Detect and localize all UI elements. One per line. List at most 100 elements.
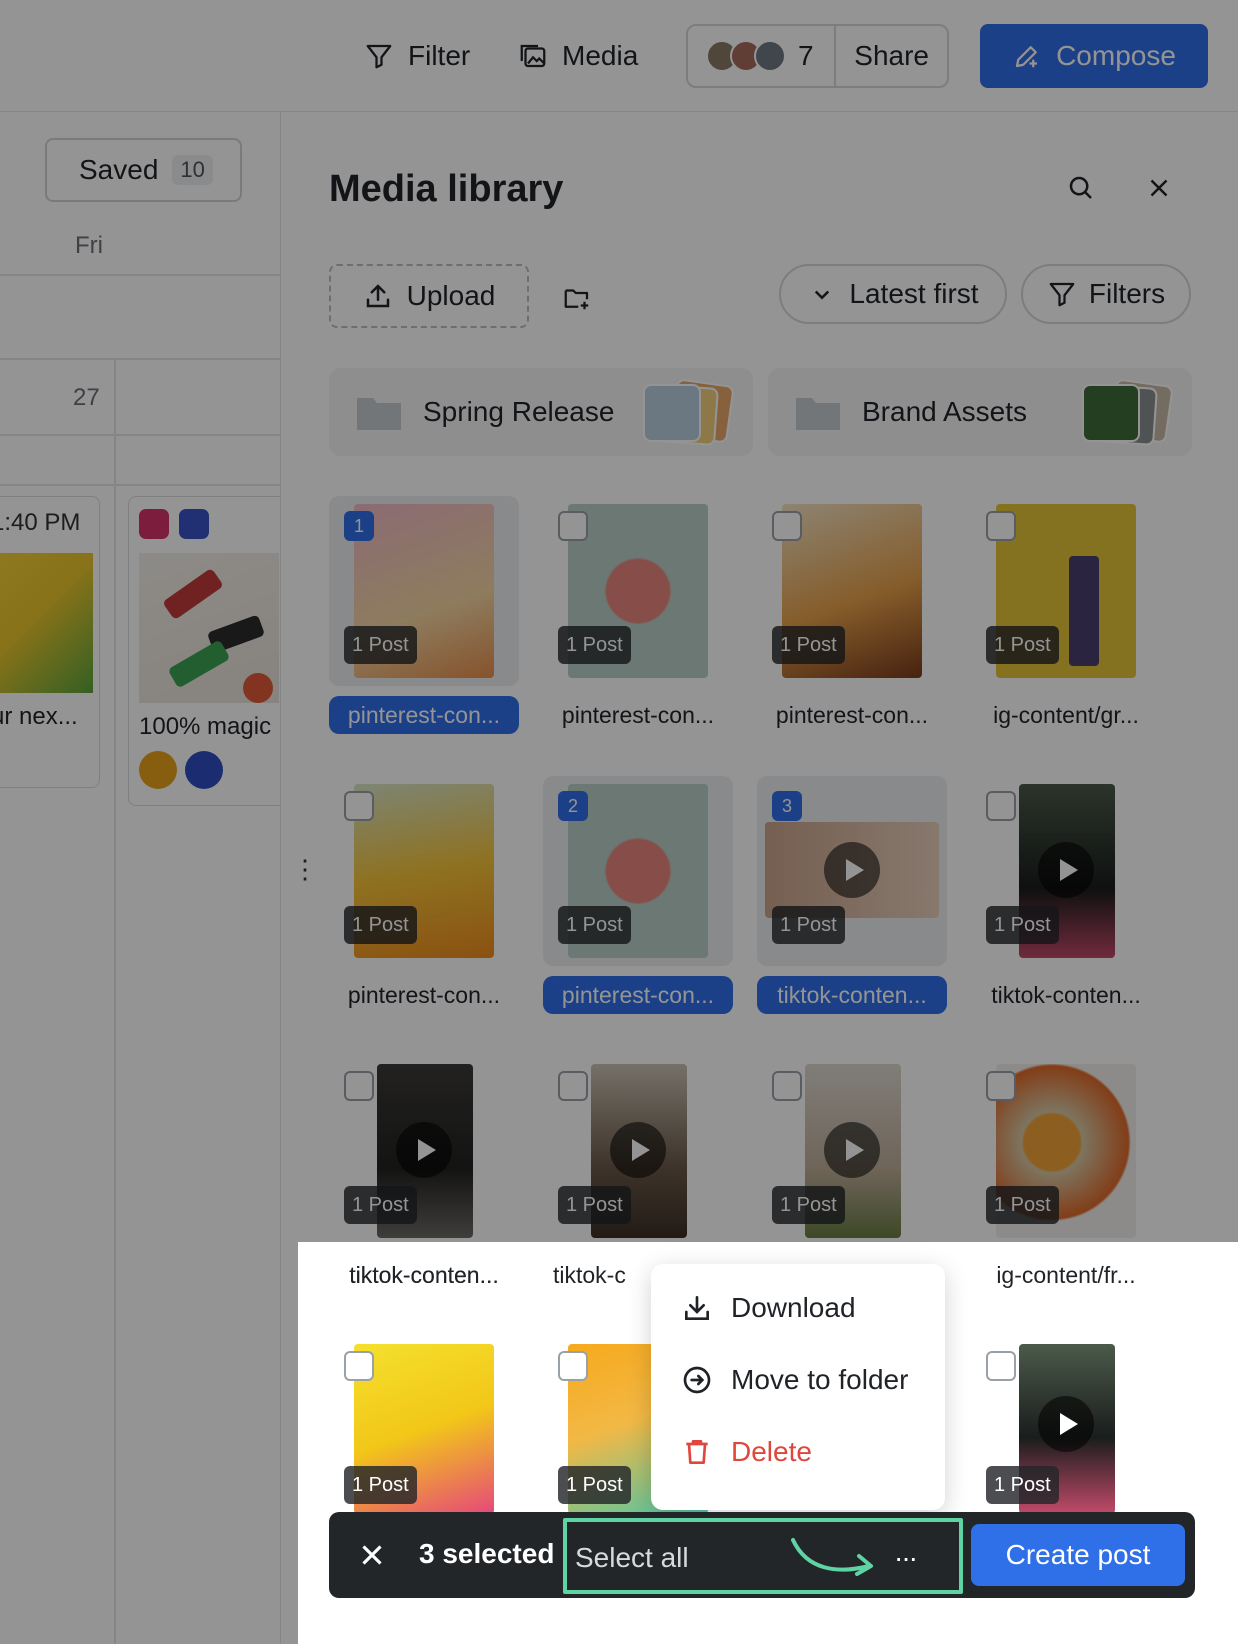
play-icon bbox=[1038, 842, 1094, 898]
media-item[interactable]: 1 Post pinterest-con... bbox=[543, 496, 733, 736]
bulk-actions-menu: Download Move to folder Delete bbox=[651, 1264, 945, 1510]
filters-label: Filters bbox=[1088, 278, 1166, 309]
post-count-badge: 1 Post bbox=[558, 1186, 631, 1224]
selection-bar: 3 selected Select all ··· Create post bbox=[329, 1512, 1195, 1598]
selection-index[interactable]: 1 bbox=[344, 511, 374, 541]
folder-preview bbox=[637, 378, 737, 446]
filter-icon bbox=[1049, 282, 1075, 307]
post-count-badge: 1 Post bbox=[344, 906, 417, 944]
panel-title: Media library bbox=[329, 168, 564, 210]
close-panel-button[interactable] bbox=[1141, 170, 1177, 206]
select-checkbox[interactable] bbox=[344, 1071, 374, 1101]
post-count-badge: 1 Post bbox=[986, 1186, 1059, 1224]
menu-item-download[interactable]: Download bbox=[681, 1288, 856, 1328]
folder-brand-assets[interactable]: Brand Assets bbox=[768, 368, 1192, 456]
play-icon bbox=[824, 842, 880, 898]
media-item[interactable]: 1 Post tiktok-conten... bbox=[971, 776, 1161, 1016]
media-item[interactable]: 1 Post ig-content/gr... bbox=[971, 496, 1161, 736]
download-icon bbox=[685, 1296, 709, 1320]
post-count-badge: 1 Post bbox=[558, 1466, 631, 1504]
media-filename: pinterest-con... bbox=[329, 696, 519, 734]
media-item[interactable]: 2 1 Post pinterest-con... bbox=[543, 776, 733, 1016]
post-count-badge: 1 Post bbox=[344, 1186, 417, 1224]
sort-label: Latest first bbox=[849, 278, 979, 309]
selected-count: 3 selected bbox=[419, 1538, 555, 1569]
close-icon bbox=[1150, 179, 1168, 197]
selection-index[interactable]: 3 bbox=[772, 791, 802, 821]
filters-button[interactable]: Filters bbox=[1021, 264, 1191, 324]
select-checkbox[interactable] bbox=[344, 791, 374, 821]
media-library-panel: ⋮ Media library Upload Latest first Filt… bbox=[280, 112, 1238, 1644]
media-item[interactable]: 1 Post bbox=[329, 1336, 519, 1514]
select-checkbox[interactable] bbox=[772, 511, 802, 541]
media-item[interactable]: 1 1 Post pinterest-con... bbox=[329, 496, 519, 736]
post-count-badge: 1 Post bbox=[772, 906, 845, 944]
post-count-badge: 1 Post bbox=[986, 1466, 1059, 1504]
post-count-badge: 1 Post bbox=[986, 626, 1059, 664]
play-icon bbox=[1038, 1396, 1094, 1452]
new-folder-button[interactable] bbox=[559, 280, 595, 316]
select-all-highlight: Select all ··· bbox=[563, 1518, 963, 1594]
move-to-folder-label: Move to folder bbox=[731, 1364, 909, 1395]
play-icon bbox=[396, 1122, 452, 1178]
post-count-badge: 1 Post bbox=[558, 906, 631, 944]
media-item[interactable]: 1 Post bbox=[971, 1336, 1161, 1514]
select-all-button[interactable]: Select all bbox=[575, 1542, 689, 1574]
play-icon bbox=[824, 1122, 880, 1178]
media-item[interactable]: 1 Post bbox=[757, 1056, 947, 1296]
search-icon bbox=[1069, 176, 1092, 199]
post-count-badge: 1 Post bbox=[772, 1186, 845, 1224]
new-folder-icon bbox=[564, 289, 589, 310]
folder-preview bbox=[1076, 378, 1176, 446]
folder-icon bbox=[357, 398, 401, 430]
folder-spring-release[interactable]: Spring Release bbox=[329, 368, 753, 456]
media-item[interactable]: 3 1 Post tiktok-conten... bbox=[757, 776, 947, 1016]
folder-name: Brand Assets bbox=[862, 396, 1027, 427]
post-count-badge: 1 Post bbox=[558, 626, 631, 664]
media-filename: pinterest-con... bbox=[543, 976, 733, 1014]
select-checkbox[interactable] bbox=[772, 1071, 802, 1101]
select-checkbox[interactable] bbox=[986, 1351, 1016, 1381]
select-checkbox[interactable] bbox=[344, 1351, 374, 1381]
play-icon bbox=[610, 1122, 666, 1178]
media-filename: ig-content/fr... bbox=[996, 1262, 1136, 1288]
search-button[interactable] bbox=[1063, 170, 1099, 206]
trash-icon bbox=[686, 1440, 708, 1464]
post-count-badge: 1 Post bbox=[344, 626, 417, 664]
media-filename: tiktok-conten... bbox=[349, 1262, 499, 1288]
upload-icon bbox=[366, 284, 389, 308]
create-post-button[interactable]: Create post bbox=[971, 1524, 1185, 1586]
media-filename: pinterest-con... bbox=[561, 702, 715, 728]
menu-item-delete[interactable]: Delete bbox=[681, 1432, 812, 1472]
media-filename: ig-content/gr... bbox=[993, 702, 1139, 728]
media-filename: pinterest-con... bbox=[775, 702, 929, 728]
delete-label: Delete bbox=[731, 1436, 812, 1467]
select-checkbox[interactable] bbox=[558, 511, 588, 541]
sort-dropdown[interactable]: Latest first bbox=[779, 264, 1007, 324]
more-actions-button[interactable]: ··· bbox=[885, 1540, 925, 1576]
select-checkbox[interactable] bbox=[558, 1071, 588, 1101]
arrow-circle-right-icon bbox=[683, 1366, 711, 1394]
upload-button[interactable]: Upload bbox=[329, 264, 529, 328]
select-checkbox[interactable] bbox=[986, 1071, 1016, 1101]
media-item[interactable]: 1 Post pinterest-con... bbox=[329, 776, 519, 1016]
post-count-badge: 1 Post bbox=[986, 906, 1059, 944]
resize-handle-icon[interactable]: ⋮ bbox=[292, 856, 318, 882]
folder-icon bbox=[796, 398, 840, 430]
media-filename: pinterest-con... bbox=[347, 982, 501, 1008]
folder-name: Spring Release bbox=[423, 396, 615, 427]
media-item[interactable]: 1 Post pinterest-con... bbox=[757, 496, 947, 736]
media-filename: tiktok-conten... bbox=[991, 982, 1141, 1008]
download-label: Download bbox=[731, 1292, 856, 1323]
clear-selection-icon[interactable] bbox=[355, 1538, 389, 1572]
chevron-down-icon bbox=[815, 290, 830, 300]
post-count-badge: 1 Post bbox=[772, 626, 845, 664]
selection-index[interactable]: 2 bbox=[558, 791, 588, 821]
select-checkbox[interactable] bbox=[986, 511, 1016, 541]
media-filename: tiktok-conten... bbox=[757, 976, 947, 1014]
menu-item-move-to-folder[interactable]: Move to folder bbox=[681, 1360, 908, 1400]
select-checkbox[interactable] bbox=[986, 791, 1016, 821]
more-icon: ··· bbox=[894, 1542, 918, 1573]
annotation-arrow-icon bbox=[791, 1538, 873, 1576]
select-checkbox[interactable] bbox=[558, 1351, 588, 1381]
